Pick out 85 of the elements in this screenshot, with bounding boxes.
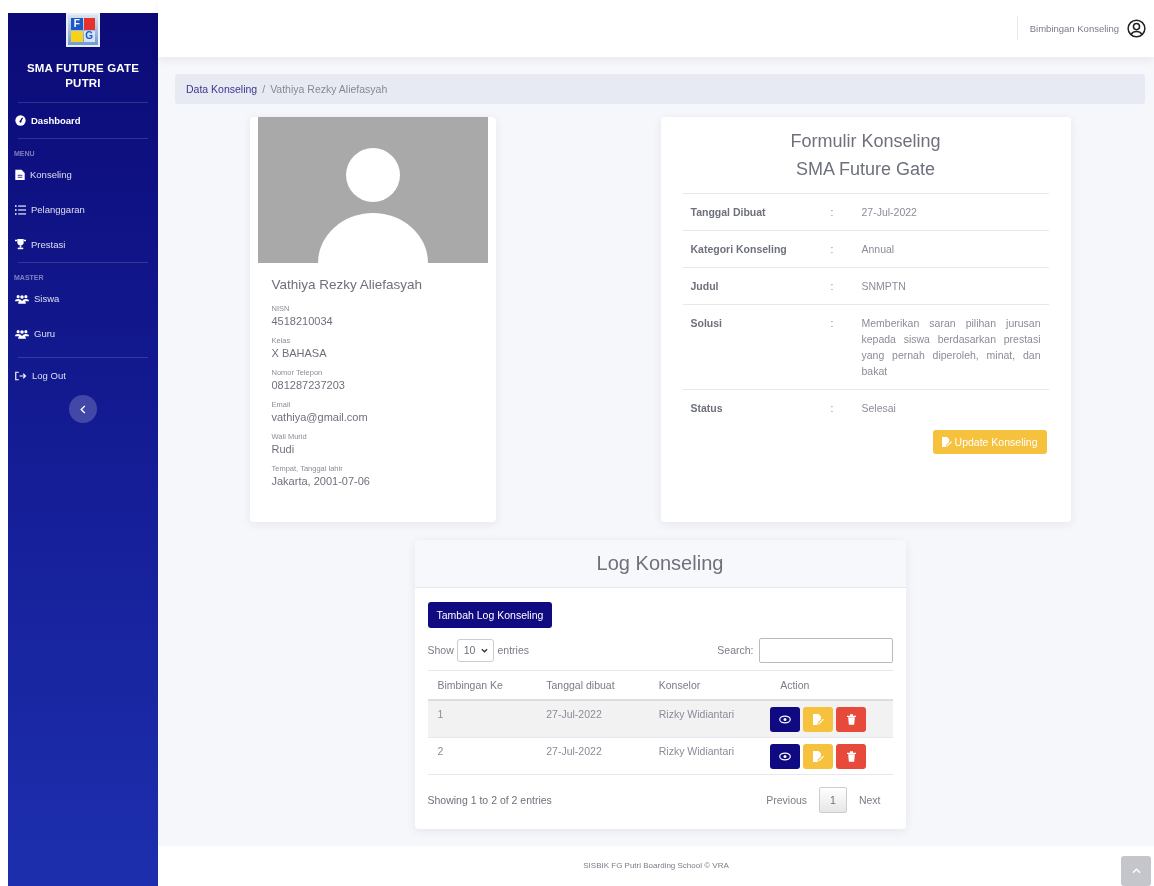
search-field[interactable]: [758, 637, 893, 663]
colon: :: [830, 241, 835, 257]
logo-letter: F: [71, 18, 83, 30]
column-header[interactable]: Tanggal dibuat: [536, 670, 649, 700]
logo-letter: G: [83, 30, 95, 42]
view-button[interactable]: [770, 706, 801, 732]
breadcrumb-current: Vathiya Rezky Aliefasyah: [270, 82, 388, 95]
trash-icon: [846, 713, 856, 725]
eye-icon: [779, 714, 792, 724]
table-cell: 2: [427, 737, 537, 774]
form-value: Annual: [861, 241, 896, 257]
edit-icon: [941, 436, 952, 447]
footer-text: SISBIK FG Putri Boarding School © VRA: [583, 861, 729, 871]
gauge-icon: [15, 115, 26, 126]
logo-square: [83, 18, 95, 30]
form-label: Solusi: [690, 315, 723, 331]
trophy-icon: [15, 239, 26, 250]
form-title: Formulir Konseling: [789, 129, 942, 153]
sidebar-toggle-button[interactable]: [69, 395, 97, 423]
user-icon[interactable]: [1127, 18, 1146, 38]
previous-link[interactable]: Previous: [754, 787, 820, 812]
colon: :: [830, 400, 835, 416]
table-cell: Rizky Widiantari: [648, 699, 771, 737]
colon: :: [830, 315, 835, 331]
form-label: Judul: [690, 278, 720, 294]
sidebar-item[interactable]: Konseling: [8, 157, 158, 192]
users-icon: [15, 328, 29, 339]
caret-icon: [481, 647, 489, 653]
page-size-select[interactable]: 10: [456, 638, 495, 662]
page-link[interactable]: 1: [819, 786, 847, 813]
list-icon: [15, 204, 26, 215]
logout-icon: [15, 370, 27, 381]
trash-icon: [846, 750, 856, 762]
breadcrumb-link[interactable]: Data Konseling: [186, 82, 258, 95]
column-header[interactable]: Action: [770, 670, 893, 700]
sidebar-item[interactable]: Pelanggaran: [8, 192, 158, 227]
table-cell: 1: [427, 699, 537, 737]
form-value: Selesai: [861, 400, 897, 416]
table-cell: Rizky Widiantari: [648, 737, 771, 774]
form-label: Tanggal Dibuat: [690, 204, 767, 220]
form-label: Kategori Konseling: [690, 241, 788, 257]
table-cell: 27-Jul-2022: [536, 737, 649, 774]
form-value: Memberikan saran pilihan jurusan kepada siswa berdasarkan prestasi yang pernah diperoleh, minat, dan bakat: [861, 315, 1041, 379]
breadcrumb-separator: /: [262, 82, 266, 95]
field-value: 081287237203: [271, 378, 346, 391]
sidebar-item[interactable]: Dashboard: [8, 103, 158, 138]
users-icon: [15, 293, 29, 304]
form-title: SMA Future Gate: [794, 157, 937, 181]
next-link[interactable]: Next: [846, 787, 893, 812]
school-name: SMA FUTURE GATE PUTRI: [25, 61, 141, 91]
delete-button[interactable]: [836, 743, 867, 769]
add-log-button[interactable]: Tambah Log Konseling: [427, 601, 553, 628]
edit-icon: [812, 750, 824, 762]
field-value: 4518210034: [271, 314, 334, 327]
field-value: vathiya@gmail.com: [271, 410, 369, 423]
view-button[interactable]: [770, 743, 801, 769]
delete-button[interactable]: [836, 706, 867, 732]
eye-icon: [779, 751, 792, 761]
chevron-left-icon: [80, 404, 86, 414]
form-label: Status: [690, 400, 724, 416]
edit-icon: [812, 713, 824, 725]
form-value: SNMPTN: [861, 278, 907, 294]
colon: :: [830, 204, 835, 220]
column-header[interactable]: Konselor: [648, 670, 771, 700]
sidebar-item[interactable]: Log Out: [8, 358, 158, 393]
field-value: X BAHASA: [271, 346, 328, 359]
table-cell: 27-Jul-2022: [536, 699, 649, 737]
form-value: 27-Jul-2022: [861, 204, 918, 220]
sidebar-item[interactable]: Prestasi: [8, 227, 158, 262]
user-name[interactable]: Bimbingan Konseling: [1029, 22, 1119, 34]
document-icon: [15, 169, 25, 180]
logo-square: [71, 30, 83, 42]
column-header[interactable]: Bimbingan Ke: [427, 670, 537, 700]
sidebar-item[interactable]: Guru: [8, 316, 158, 351]
student-name: Vathiya Rezky Aliefasyah: [271, 276, 424, 292]
show-label: Show: [427, 644, 454, 656]
field-value: Rudi: [271, 442, 296, 455]
entries-info: Showing 1 to 2 of 2 entries: [427, 793, 552, 806]
colon: :: [830, 278, 835, 294]
entries-label: entries: [497, 644, 529, 656]
chevron-up-icon: [1131, 867, 1141, 874]
search-label: Search:: [717, 644, 754, 656]
field-value: Jakarta, 2001-07-06: [271, 474, 371, 487]
log-title: Log Konseling: [596, 551, 724, 575]
sidebar-item[interactable]: Siswa: [8, 281, 158, 316]
